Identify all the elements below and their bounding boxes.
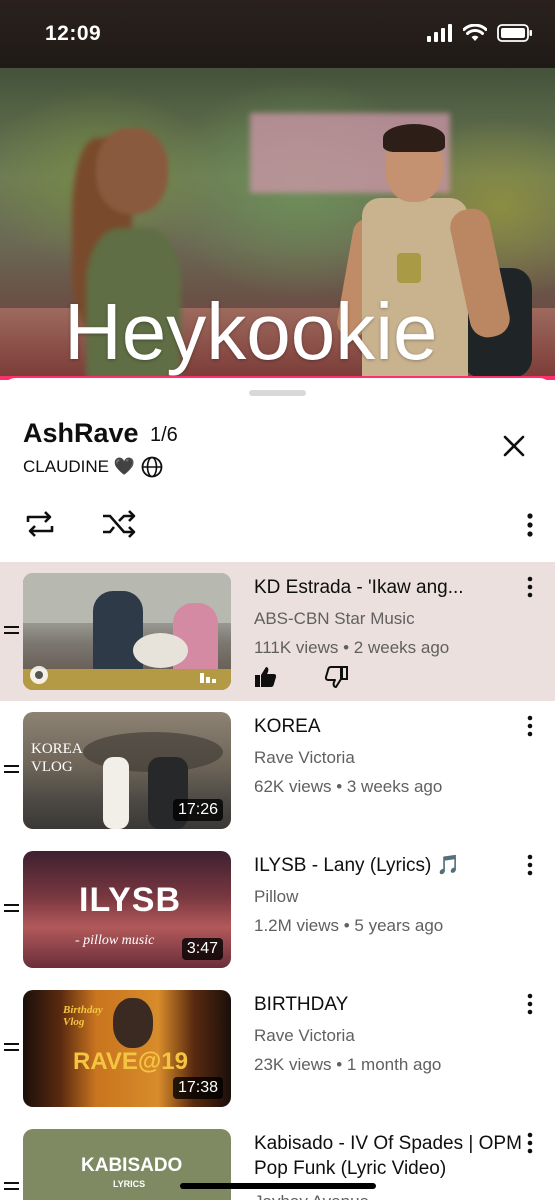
wifi-icon [463, 24, 487, 41]
playlist-owner-name: CLAUDINE 🖤 [23, 457, 135, 476]
video-title: BIRTHDAY [254, 994, 349, 1015]
video-meta: 62K views • 3 weeks ago [254, 777, 443, 796]
thumb-subtitle-text: Birthday Vlog [63, 1004, 103, 1028]
scene-girl-head [96, 128, 168, 214]
more-vert-icon[interactable] [522, 853, 538, 877]
video-meta: 111K views • 2 weeks ago [254, 638, 450, 657]
close-icon[interactable] [498, 430, 530, 462]
video-title: Kabisado - IV Of Spades | OPM Pop Funk (… [254, 1133, 522, 1179]
thumb-title-text: KABISADO [81, 1155, 183, 1176]
video-duration: 17:26 [172, 799, 223, 821]
thumb-subtitle-text: LYRICS [113, 1179, 146, 1189]
video-channel: Rave Victoria [254, 748, 355, 767]
drag-handle-icon[interactable] [4, 626, 20, 636]
video-thumbnail[interactable]: Birthday Vlog RAVE@19 17:38 [23, 990, 231, 1107]
video-thumbnail[interactable] [23, 573, 231, 690]
equalizer-icon [200, 673, 216, 683]
video-thumbnail[interactable]: KABISADO LYRICS [23, 1129, 231, 1200]
drag-handle-icon[interactable] [4, 765, 20, 775]
playlist-sheet: AshRave 1/6 CLAUDINE 🖤 KD Estrada - 'Ika… [0, 378, 555, 1200]
drag-handle-icon[interactable] [4, 1043, 20, 1053]
thumb-scene-person [103, 757, 129, 829]
status-bar: 12:09 [0, 0, 555, 68]
video-channel: Jayhay Avenue [254, 1192, 369, 1200]
thumb-scene-dog [133, 633, 188, 668]
status-icons [427, 24, 533, 42]
video-title: ILYSB - Lany (Lyrics) 🎵 [254, 855, 461, 876]
video-channel: Rave Victoria [254, 1026, 355, 1045]
video-duration: 17:38 [172, 1077, 223, 1099]
thumb-title-text: ILYSB [79, 881, 182, 919]
loop-icon[interactable] [22, 506, 58, 542]
channel-watermark-icon [30, 666, 48, 684]
drag-handle-icon[interactable] [4, 904, 20, 914]
more-vert-icon[interactable] [522, 1131, 538, 1155]
home-indicator[interactable] [180, 1183, 376, 1189]
thumbs-down-icon[interactable] [324, 664, 350, 690]
playlist-owner[interactable]: CLAUDINE 🖤 [23, 456, 163, 478]
globe-icon [141, 456, 163, 478]
thumbs-up-icon[interactable] [252, 664, 278, 690]
battery-icon [497, 24, 532, 42]
playlist-title: AshRave [23, 418, 139, 448]
status-time: 12:09 [45, 22, 102, 45]
video-channel: Pillow [254, 887, 299, 906]
playlist-item-3[interactable]: Birthday Vlog RAVE@19 17:38 BIRTHDAY Rav… [0, 979, 555, 1118]
sheet-grabber[interactable] [249, 390, 306, 396]
thumb-scene-person-1 [93, 591, 143, 681]
video-meta: 1.2M views • 5 years ago [254, 916, 444, 935]
more-vert-icon[interactable] [522, 575, 538, 599]
playlist-item-0[interactable]: KD Estrada - 'Ikaw ang... ABS-CBN Star M… [0, 562, 555, 701]
video-player[interactable]: Heykookie [0, 68, 555, 380]
video-thumbnail[interactable]: ILYSB - pillow music 3:47 [23, 851, 231, 968]
video-channel: ABS-CBN Star Music [254, 609, 415, 628]
scene-cup [397, 253, 421, 283]
video-title: KOREA [254, 716, 321, 737]
video-duration: 3:47 [181, 938, 223, 960]
playlist-position: 1/6 [150, 424, 178, 446]
video-title: KD Estrada - 'Ikaw ang... [254, 577, 464, 598]
more-vert-icon[interactable] [522, 714, 538, 738]
video-overlay-text: Heykookie [64, 287, 438, 376]
thumb-scene-person [113, 998, 153, 1048]
scene-boy-hair [383, 124, 445, 152]
video-thumbnail[interactable]: KOREA VLOG 17:26 [23, 712, 231, 829]
thumb-title-text: RAVE@19 [73, 1048, 188, 1075]
signal-icon [427, 24, 452, 42]
thumb-title-text: KOREA VLOG [31, 741, 82, 775]
playlist-item-1[interactable]: KOREA VLOG 17:26 KOREA Rave Victoria 62K… [0, 701, 555, 840]
drag-handle-icon[interactable] [4, 1182, 20, 1192]
shuffle-icon[interactable] [100, 506, 138, 542]
thumb-subtitle-text: - pillow music [75, 933, 155, 948]
video-meta: 23K views • 1 month ago [254, 1055, 442, 1074]
playlist-item-2[interactable]: ILYSB - pillow music 3:47 ILYSB - Lany (… [0, 840, 555, 979]
more-vert-icon[interactable] [522, 992, 538, 1016]
more-vert-icon[interactable] [518, 510, 542, 540]
